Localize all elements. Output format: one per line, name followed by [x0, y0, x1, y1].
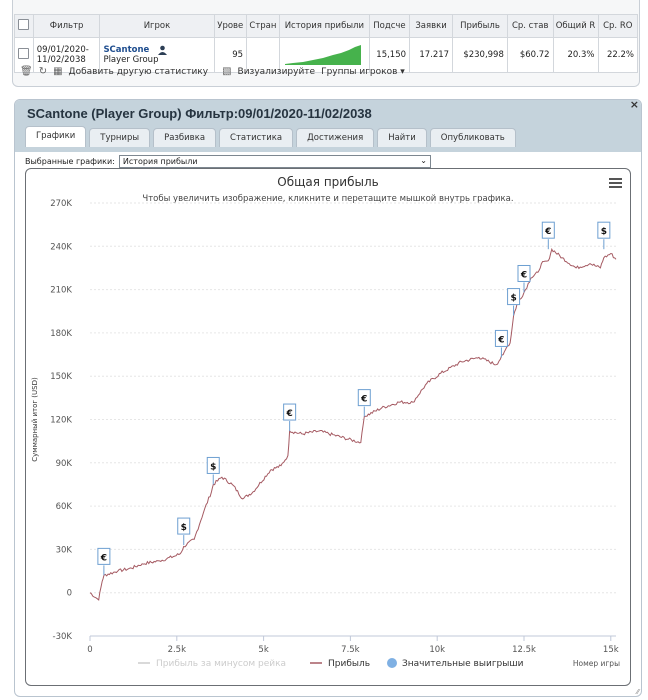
- win-flag-symbol: $: [601, 227, 607, 237]
- y-tick-label: -30K: [53, 632, 73, 642]
- col-avg-stake[interactable]: Ср. став: [506, 14, 554, 38]
- panel-header: SCantone (Player Group) Фильтр:09/01/202…: [15, 100, 641, 152]
- profit-chart[interactable]: Общая прибыльЧтобы увеличить изображение…: [26, 169, 630, 685]
- y-axis-label: Суммарный итог (USD): [31, 377, 39, 462]
- visualize-link[interactable]: Визуализируйте: [238, 67, 316, 77]
- table-toolbar: 🗑 ↻ ▦ Добавить другую статистику ▧ Визуа…: [20, 66, 405, 77]
- y-tick-label: 150K: [50, 372, 72, 382]
- y-tick-label: 0: [67, 589, 72, 599]
- tab-publish[interactable]: Опубликовать: [429, 128, 516, 147]
- chart-selector-value: История прибыли: [122, 157, 198, 166]
- select-all-checkbox[interactable]: [18, 19, 30, 30]
- chart-selector-label: Выбранные графики:: [25, 157, 115, 166]
- legend-label-profit: Прибыль: [328, 659, 370, 669]
- y-tick-label: 120K: [50, 416, 72, 426]
- tab-tournaments[interactable]: Турниры: [89, 128, 151, 147]
- x-tick-label: 5k: [258, 645, 268, 655]
- col-entries[interactable]: Заявки: [409, 14, 454, 38]
- chart-selector-row: Выбранные графики: История прибыли ⌄: [25, 155, 431, 168]
- table-header-row: Фильтр Игрок Урове Стран История прибыли…: [14, 14, 638, 38]
- cell-profit: $230,998: [452, 37, 508, 73]
- y-tick-label: 60K: [56, 502, 73, 512]
- row-checkbox[interactable]: [18, 48, 30, 59]
- cell-entries: 17.217: [409, 37, 454, 73]
- caret-down-icon: ▾: [400, 66, 405, 77]
- y-tick-label: 240K: [50, 242, 72, 252]
- win-flag-symbol: €: [544, 227, 551, 237]
- legend-label-wins: Значительные выигрыши: [402, 659, 524, 669]
- y-tick-label: 90K: [56, 459, 73, 469]
- tab-charts[interactable]: Графики: [25, 126, 87, 147]
- x-tick-label: 12.5k: [512, 645, 536, 655]
- profit-series-line: [89, 247, 617, 601]
- legend-marker-wins: [387, 658, 397, 668]
- y-tick-label: 180K: [50, 329, 72, 339]
- tab-statistics[interactable]: Статистика: [219, 128, 294, 147]
- x-tick-label: 0: [87, 645, 92, 655]
- resize-grip-icon[interactable]: ⁄⁄: [637, 688, 639, 696]
- y-tick-label: 210K: [50, 286, 72, 296]
- x-tick-label: 15k: [603, 645, 619, 655]
- win-flag-symbol: €: [286, 409, 293, 419]
- win-flag-symbol: $: [210, 462, 216, 472]
- col-total-roi[interactable]: Общий R: [552, 14, 599, 38]
- tab-breakdown[interactable]: Разбивка: [153, 128, 217, 147]
- player-group-label: Player Group: [103, 55, 159, 65]
- x-tick-label: 10k: [429, 645, 445, 655]
- cell-avg-roi: 22.2%: [597, 37, 638, 73]
- refresh-icon[interactable]: ↻: [39, 66, 47, 77]
- y-tick-label: 270K: [50, 199, 72, 209]
- cell-avg-stake: $60.72: [506, 37, 554, 73]
- trash-icon[interactable]: 🗑: [20, 66, 33, 77]
- cell-total-roi: 20.3%: [552, 37, 599, 73]
- x-axis-label: Номер игры: [573, 659, 620, 668]
- profit-sparkline: [284, 44, 361, 65]
- win-flag-symbol: $: [181, 523, 187, 533]
- y-tick-label: 30K: [56, 545, 73, 555]
- player-panel: SCantone (Player Group) Фильтр:09/01/202…: [14, 99, 642, 697]
- chart-container[interactable]: Общая прибыль Чтобы увеличить изображение…: [25, 168, 631, 686]
- player-groups-menu[interactable]: Группы игроков ▾: [321, 67, 405, 77]
- col-count[interactable]: Подсче: [368, 14, 411, 38]
- col-avg-roi[interactable]: Ср. RO: [597, 14, 638, 38]
- stats-table: Фильтр Игрок Урове Стран История прибыли…: [14, 14, 638, 73]
- player-groups-label: Группы игроков: [321, 66, 398, 77]
- chevron-down-icon: ⌄: [420, 156, 427, 165]
- col-level[interactable]: Урове: [213, 14, 248, 38]
- chart-title: Общая прибыль: [277, 175, 378, 189]
- x-tick-label: 7.5k: [341, 645, 360, 655]
- win-flag-symbol: €: [497, 335, 504, 345]
- win-flag-symbol: €: [520, 270, 527, 280]
- group-icon: [158, 45, 168, 55]
- menu-icon[interactable]: [609, 178, 622, 188]
- visualize-icon: ▧: [222, 66, 232, 77]
- x-tick-label: 2.5k: [168, 645, 187, 655]
- col-country[interactable]: Стран: [246, 14, 280, 38]
- tab-find[interactable]: Найти: [377, 128, 427, 147]
- win-flag-symbol: €: [360, 395, 367, 405]
- col-player[interactable]: Игрок: [99, 14, 215, 38]
- close-icon[interactable]: ×: [630, 100, 639, 111]
- add-stats-icon: ▦: [53, 66, 63, 77]
- chart-selector[interactable]: История прибыли ⌄: [118, 155, 431, 168]
- col-profit[interactable]: Прибыль: [452, 14, 508, 38]
- select-all-checkbox-cell[interactable]: [14, 14, 34, 38]
- col-profit-history[interactable]: История прибыли: [278, 14, 370, 38]
- add-stats-link[interactable]: Добавить другую статистику: [69, 67, 209, 77]
- win-flag-symbol: €: [100, 553, 107, 563]
- col-filter[interactable]: Фильтр: [32, 14, 101, 38]
- tab-achievements[interactable]: Достижения: [296, 128, 375, 147]
- win-flag-symbol: $: [510, 294, 516, 304]
- player-name-link[interactable]: SCantone: [103, 45, 149, 55]
- panel-tabs: Графики Турниры Разбивка Статистика Дост…: [25, 126, 516, 147]
- legend-label-rake: Прибыль за минусом рейка: [156, 659, 286, 669]
- panel-title: SCantone (Player Group) Фильтр:09/01/202…: [27, 106, 372, 121]
